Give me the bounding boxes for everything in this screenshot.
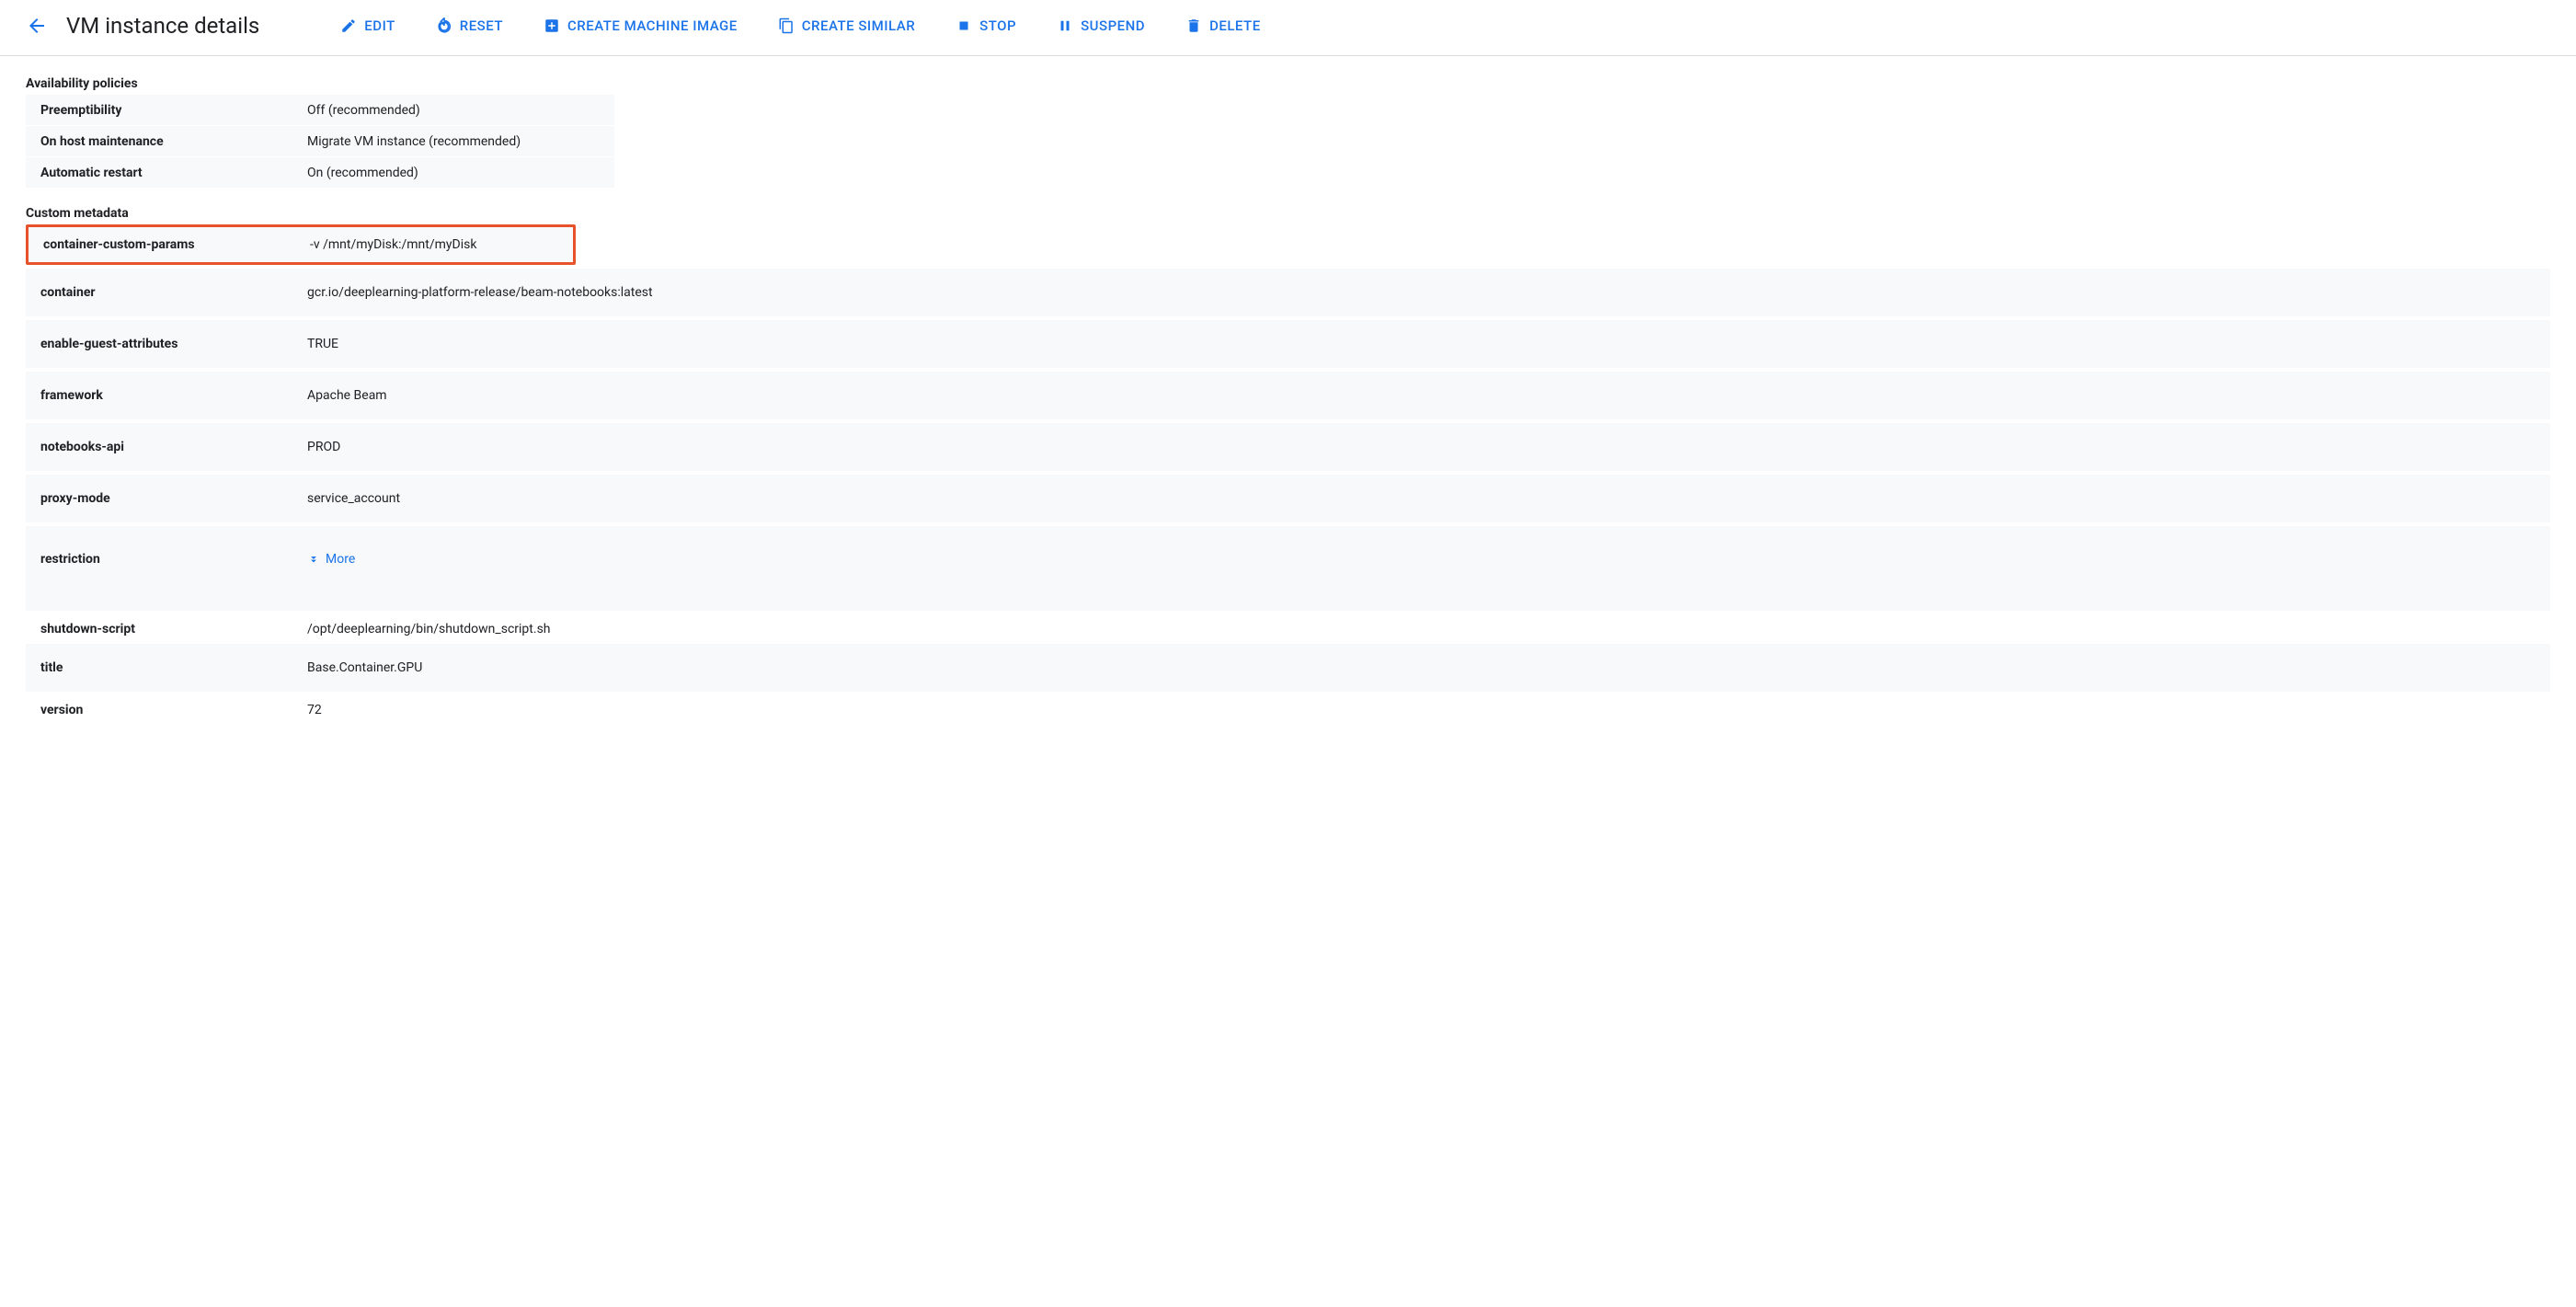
metadata-row-container: container gcr.io/deeplearning-platform-r… — [26, 269, 2550, 316]
content-area: Availability policies Preemptibility Off… — [0, 56, 2576, 743]
pause-icon — [1057, 17, 1073, 34]
metadata-key: notebooks-api — [40, 440, 307, 454]
suspend-button[interactable]: SUSPEND — [1053, 12, 1149, 40]
trash-icon — [1185, 17, 1202, 34]
metadata-value: PROD — [307, 440, 340, 454]
metadata-value: 72 — [307, 703, 322, 717]
policy-row-automatic-restart: Automatic restart On (recommended) — [26, 157, 614, 188]
expand-icon — [307, 553, 320, 566]
metadata-row-version: version 72 — [26, 695, 2550, 725]
metadata-row-title: title Base.Container.GPU — [26, 644, 2550, 692]
metadata-value: -v /mnt/myDisk:/mnt/myDisk — [310, 237, 476, 252]
page-title: VM instance details — [66, 13, 259, 39]
header-bar: VM instance details EDIT RESET CREATE MA… — [0, 0, 2576, 56]
create-machine-image-label: CREATE MACHINE IMAGE — [567, 17, 738, 34]
delete-label: DELETE — [1209, 17, 1261, 34]
policy-key: On host maintenance — [40, 134, 307, 149]
pencil-icon — [340, 17, 357, 34]
metadata-row-framework: framework Apache Beam — [26, 372, 2550, 419]
edit-label: EDIT — [364, 17, 395, 34]
metadata-key: proxy-mode — [40, 491, 307, 506]
more-link[interactable]: More — [307, 552, 355, 567]
policy-row-on-host-maintenance: On host maintenance Migrate VM instance … — [26, 126, 614, 156]
metadata-key: container — [40, 285, 307, 300]
add-box-icon — [544, 17, 560, 34]
toolbar: EDIT RESET CREATE MACHINE IMAGE CREATE S… — [337, 12, 2558, 40]
suspend-label: SUSPEND — [1081, 17, 1145, 34]
metadata-key: framework — [40, 388, 307, 403]
metadata-value: Base.Container.GPU — [307, 660, 422, 675]
policy-value: Migrate VM instance (recommended) — [307, 134, 521, 149]
metadata-value: service_account — [307, 491, 400, 506]
reset-label: RESET — [460, 17, 503, 34]
availability-policies-title: Availability policies — [26, 76, 2550, 91]
create-similar-label: CREATE SIMILAR — [802, 17, 915, 34]
metadata-key: version — [40, 703, 307, 717]
policy-key: Preemptibility — [40, 103, 307, 118]
metadata-value: /opt/deeplearning/bin/shutdown_script.sh — [307, 622, 551, 636]
stop-button[interactable]: STOP — [952, 12, 1020, 40]
metadata-key: restriction — [40, 552, 307, 567]
metadata-value: TRUE — [307, 337, 338, 351]
metadata-row-proxy-mode: proxy-mode service_account — [26, 475, 2550, 522]
metadata-key: container-custom-params — [43, 237, 310, 252]
metadata-row-container-custom-params-highlight: container-custom-params -v /mnt/myDisk:/… — [26, 224, 576, 265]
metadata-row-restriction: restriction More — [26, 526, 2550, 611]
back-button[interactable] — [18, 7, 55, 44]
arrow-left-icon — [26, 15, 48, 37]
reset-icon — [436, 17, 452, 34]
custom-metadata-title: Custom metadata — [26, 206, 2550, 221]
more-label: More — [326, 552, 355, 567]
policy-value: On (recommended) — [307, 166, 418, 180]
metadata-row-enable-guest-attributes: enable-guest-attributes TRUE — [26, 320, 2550, 368]
policy-key: Automatic restart — [40, 166, 307, 180]
policy-value: Off (recommended) — [307, 103, 420, 118]
metadata-key: title — [40, 660, 307, 675]
metadata-row-notebooks-api: notebooks-api PROD — [26, 423, 2550, 471]
delete-button[interactable]: DELETE — [1182, 12, 1265, 40]
copy-doc-icon — [778, 17, 795, 34]
create-similar-button[interactable]: CREATE SIMILAR — [774, 12, 919, 40]
stop-icon — [956, 17, 972, 34]
metadata-value: gcr.io/deeplearning-platform-release/bea… — [307, 285, 653, 300]
metadata-value: Apache Beam — [307, 388, 387, 403]
reset-button[interactable]: RESET — [432, 12, 507, 40]
stop-label: STOP — [979, 17, 1016, 34]
metadata-key: enable-guest-attributes — [40, 337, 307, 351]
policy-row-preemptibility: Preemptibility Off (recommended) — [26, 95, 614, 125]
metadata-key: shutdown-script — [40, 622, 307, 636]
create-machine-image-button[interactable]: CREATE MACHINE IMAGE — [540, 12, 741, 40]
edit-button[interactable]: EDIT — [337, 12, 398, 40]
metadata-row-shutdown-script: shutdown-script /opt/deeplearning/bin/sh… — [26, 614, 2550, 644]
